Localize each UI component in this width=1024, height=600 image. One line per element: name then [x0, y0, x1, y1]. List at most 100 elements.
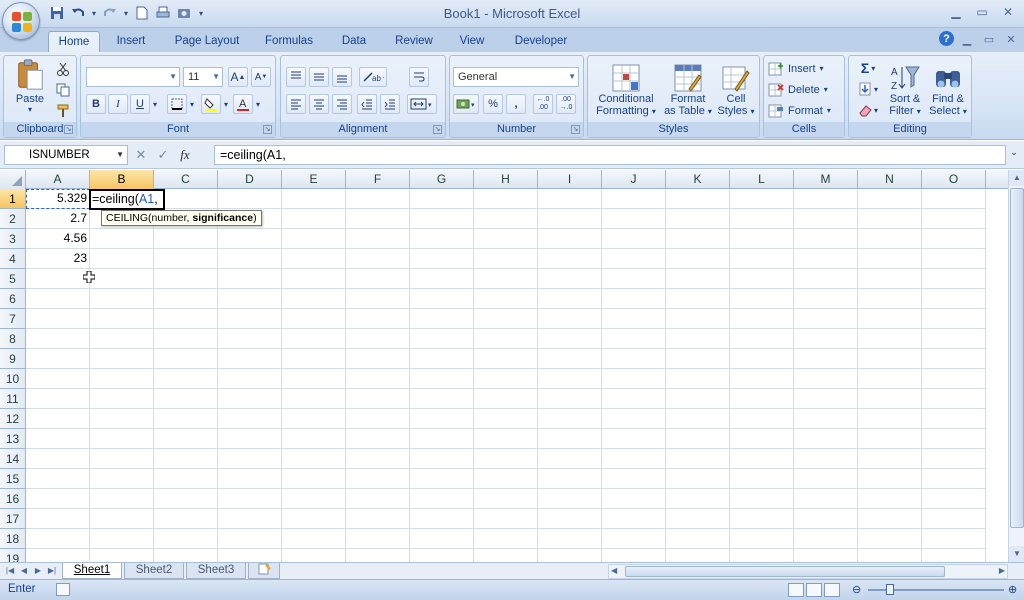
- cell-g17[interactable]: [410, 509, 474, 529]
- cell-i13[interactable]: [538, 429, 602, 449]
- cell-m1[interactable]: [794, 189, 858, 209]
- align-left-icon[interactable]: [286, 94, 306, 114]
- cell-l13[interactable]: [730, 429, 794, 449]
- fill-button[interactable]: ▾: [853, 80, 883, 98]
- horizontal-scroll-thumb[interactable]: [625, 566, 945, 577]
- cell-g8[interactable]: [410, 329, 474, 349]
- cell-m16[interactable]: [794, 489, 858, 509]
- cell-f6[interactable]: [346, 289, 410, 309]
- cell-c14[interactable]: [154, 449, 218, 469]
- cell-j10[interactable]: [602, 369, 666, 389]
- sheet-tab-sheet1[interactable]: Sheet1: [62, 563, 122, 579]
- zoom-in-icon[interactable]: ⊕: [1008, 583, 1017, 596]
- zoom-slider[interactable]: [868, 584, 1004, 595]
- cell-o19[interactable]: [922, 549, 986, 562]
- cell-j6[interactable]: [602, 289, 666, 309]
- cell-c5[interactable]: [154, 269, 218, 289]
- cell-d4[interactable]: [218, 249, 282, 269]
- select-all-button[interactable]: [0, 170, 26, 189]
- bold-button[interactable]: B: [86, 94, 106, 114]
- column-header-d[interactable]: D: [218, 170, 282, 189]
- cell-j1[interactable]: [602, 189, 666, 209]
- wrap-text-icon[interactable]: [409, 67, 429, 87]
- cell-g4[interactable]: [410, 249, 474, 269]
- font-size-combo[interactable]: 11 ▼: [183, 67, 223, 87]
- cell-n14[interactable]: [858, 449, 922, 469]
- cell-f15[interactable]: [346, 469, 410, 489]
- cell-o10[interactable]: [922, 369, 986, 389]
- cell-m19[interactable]: [794, 549, 858, 562]
- cell-n2[interactable]: [858, 209, 922, 229]
- cell-o14[interactable]: [922, 449, 986, 469]
- vertical-scroll-thumb[interactable]: [1010, 188, 1024, 528]
- row-header-4[interactable]: 4: [0, 249, 26, 269]
- cell-a19[interactable]: [26, 549, 90, 562]
- cell-l6[interactable]: [730, 289, 794, 309]
- cell-k2[interactable]: [666, 209, 730, 229]
- cell-g6[interactable]: [410, 289, 474, 309]
- cell-j19[interactable]: [602, 549, 666, 562]
- cell-l7[interactable]: [730, 309, 794, 329]
- cell-l15[interactable]: [730, 469, 794, 489]
- cell-j18[interactable]: [602, 529, 666, 549]
- row-header-9[interactable]: 9: [0, 349, 26, 369]
- cell-f13[interactable]: [346, 429, 410, 449]
- cell-k5[interactable]: [666, 269, 730, 289]
- tab-review[interactable]: Review: [388, 31, 440, 52]
- cell-c15[interactable]: [154, 469, 218, 489]
- row-header-13[interactable]: 13: [0, 429, 26, 449]
- font-dialog-launcher[interactable]: ↘: [263, 125, 272, 134]
- cell-k19[interactable]: [666, 549, 730, 562]
- font-name-combo[interactable]: ▼: [86, 67, 180, 87]
- accounting-format-button[interactable]: ▾: [453, 94, 479, 114]
- cell-j17[interactable]: [602, 509, 666, 529]
- cell-m10[interactable]: [794, 369, 858, 389]
- cell-j14[interactable]: [602, 449, 666, 469]
- cell-n8[interactable]: [858, 329, 922, 349]
- grow-font-button[interactable]: A ▲: [228, 67, 248, 87]
- cell-m15[interactable]: [794, 469, 858, 489]
- cell-i8[interactable]: [538, 329, 602, 349]
- copy-icon[interactable]: [54, 81, 72, 99]
- cell-l1[interactable]: [730, 189, 794, 209]
- cell-a7[interactable]: [26, 309, 90, 329]
- cell-b15[interactable]: [90, 469, 154, 489]
- cell-h16[interactable]: [474, 489, 538, 509]
- row-header-15[interactable]: 15: [0, 469, 26, 489]
- cell-l16[interactable]: [730, 489, 794, 509]
- number-format-combo[interactable]: General ▼: [453, 67, 579, 87]
- tab-view[interactable]: View: [450, 31, 494, 52]
- cell-i19[interactable]: [538, 549, 602, 562]
- cell-d1[interactable]: [218, 189, 282, 209]
- cell-l8[interactable]: [730, 329, 794, 349]
- cell-o3[interactable]: [922, 229, 986, 249]
- cell-h18[interactable]: [474, 529, 538, 549]
- cell-o8[interactable]: [922, 329, 986, 349]
- cell-m11[interactable]: [794, 389, 858, 409]
- cell-k3[interactable]: [666, 229, 730, 249]
- cell-l12[interactable]: [730, 409, 794, 429]
- cell-m3[interactable]: [794, 229, 858, 249]
- cell-a8[interactable]: [26, 329, 90, 349]
- format-painter-icon[interactable]: [54, 102, 72, 120]
- cell-i3[interactable]: [538, 229, 602, 249]
- cell-c19[interactable]: [154, 549, 218, 562]
- cell-n7[interactable]: [858, 309, 922, 329]
- cell-i18[interactable]: [538, 529, 602, 549]
- cell-d17[interactable]: [218, 509, 282, 529]
- underline-dropdown-icon[interactable]: ▾: [151, 96, 159, 112]
- cell-a13[interactable]: [26, 429, 90, 449]
- row-header-14[interactable]: 14: [0, 449, 26, 469]
- cell-j7[interactable]: [602, 309, 666, 329]
- cell-k16[interactable]: [666, 489, 730, 509]
- cell-i10[interactable]: [538, 369, 602, 389]
- cell-c11[interactable]: [154, 389, 218, 409]
- cell-n6[interactable]: [858, 289, 922, 309]
- cell-b6[interactable]: [90, 289, 154, 309]
- cell-n11[interactable]: [858, 389, 922, 409]
- cell-e1[interactable]: [282, 189, 346, 209]
- cell-i9[interactable]: [538, 349, 602, 369]
- cell-o5[interactable]: [922, 269, 986, 289]
- row-header-6[interactable]: 6: [0, 289, 26, 309]
- cell-o13[interactable]: [922, 429, 986, 449]
